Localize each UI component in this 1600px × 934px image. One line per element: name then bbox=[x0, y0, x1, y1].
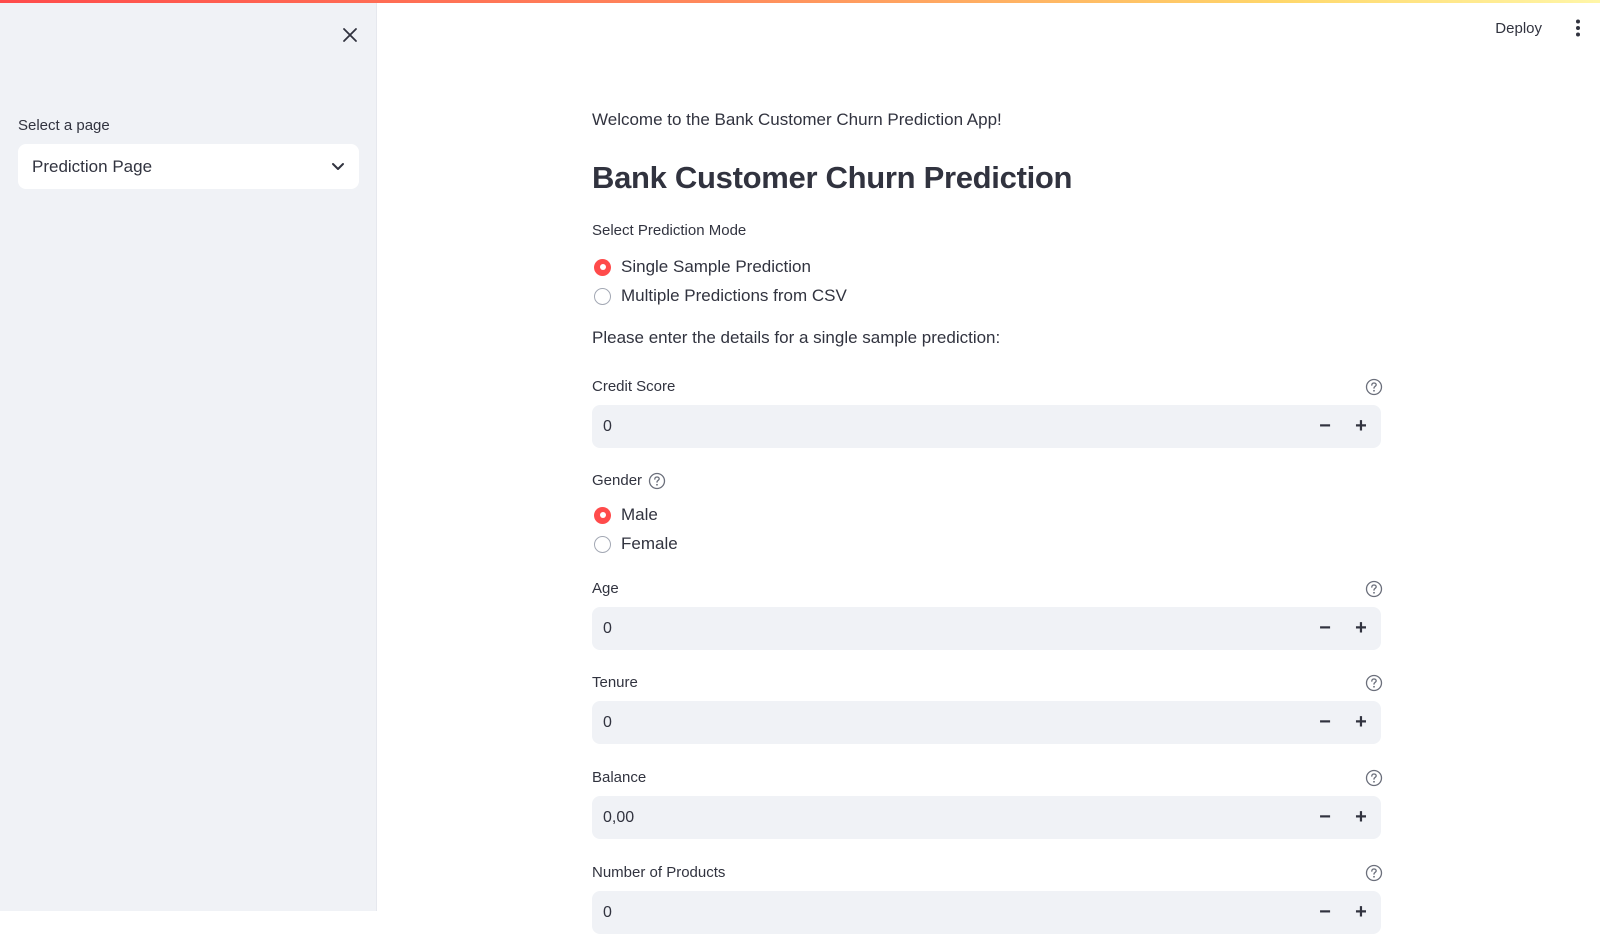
increment-button[interactable]: + bbox=[1343, 891, 1379, 934]
number-of-products-value[interactable]: 0 bbox=[592, 904, 1307, 922]
tenure-label: Tenure bbox=[592, 674, 638, 691]
prediction-mode-label: Select Prediction Mode bbox=[592, 222, 747, 239]
radio-label: Multiple Predictions from CSV bbox=[621, 286, 847, 305]
decrement-button[interactable]: − bbox=[1307, 607, 1343, 650]
help-icon[interactable] bbox=[1365, 674, 1383, 692]
increment-button[interactable]: + bbox=[1343, 701, 1379, 744]
help-icon[interactable] bbox=[1365, 580, 1383, 598]
radio-button-selected bbox=[594, 506, 611, 524]
chevron-down-icon bbox=[332, 162, 344, 170]
close-icon bbox=[343, 28, 357, 42]
tenure-input[interactable]: 0 − + bbox=[592, 701, 1381, 744]
page-select-label: Select a page bbox=[18, 117, 110, 134]
radio-label: Single Sample Prediction bbox=[621, 257, 811, 276]
help-icon[interactable] bbox=[1365, 769, 1383, 787]
age-label: Age bbox=[592, 580, 619, 597]
header-actions: Deploy bbox=[1495, 12, 1600, 44]
close-sidebar-button[interactable] bbox=[338, 23, 362, 47]
radio-gender-female[interactable]: Female bbox=[594, 534, 678, 554]
age-input[interactable]: 0 − + bbox=[592, 607, 1381, 650]
increment-button[interactable]: + bbox=[1343, 796, 1379, 839]
deploy-button[interactable]: Deploy bbox=[1495, 20, 1542, 37]
balance-value[interactable]: 0,00 bbox=[592, 809, 1307, 827]
help-icon[interactable] bbox=[648, 472, 666, 490]
instruction-text: Please enter the details for a single sa… bbox=[592, 328, 1001, 347]
number-of-products-label: Number of Products bbox=[592, 864, 726, 881]
page-title: Bank Customer Churn Prediction bbox=[592, 160, 1073, 195]
increment-button[interactable]: + bbox=[1343, 405, 1379, 448]
help-icon[interactable] bbox=[1365, 864, 1383, 882]
radio-button bbox=[594, 535, 611, 553]
increment-button[interactable]: + bbox=[1343, 607, 1379, 650]
radio-button-selected bbox=[594, 258, 611, 276]
balance-label: Balance bbox=[592, 769, 647, 786]
decrement-button[interactable]: − bbox=[1307, 796, 1343, 839]
gender-label: Gender bbox=[592, 472, 643, 489]
radio-single-sample[interactable]: Single Sample Prediction bbox=[594, 257, 811, 277]
page-select-value: Prediction Page bbox=[32, 156, 153, 176]
welcome-text: Welcome to the Bank Customer Churn Predi… bbox=[592, 110, 1002, 129]
balance-input[interactable]: 0,00 − + bbox=[592, 796, 1381, 839]
decrement-button[interactable]: − bbox=[1307, 891, 1343, 934]
more-vertical-icon bbox=[1576, 19, 1580, 37]
main-content: Welcome to the Bank Customer Churn Predi… bbox=[592, 0, 1383, 934]
help-icon[interactable] bbox=[1365, 378, 1383, 396]
number-of-products-input[interactable]: 0 − + bbox=[592, 891, 1381, 934]
credit-score-label: Credit Score bbox=[592, 378, 676, 395]
radio-multiple-csv[interactable]: Multiple Predictions from CSV bbox=[594, 286, 847, 306]
tenure-value[interactable]: 0 bbox=[592, 714, 1307, 732]
main-menu-button[interactable] bbox=[1568, 14, 1588, 42]
page-select[interactable]: Prediction Page bbox=[18, 144, 359, 189]
decrement-button[interactable]: − bbox=[1307, 701, 1343, 744]
age-value[interactable]: 0 bbox=[592, 620, 1307, 638]
radio-gender-male[interactable]: Male bbox=[594, 505, 658, 525]
decrement-button[interactable]: − bbox=[1307, 405, 1343, 448]
radio-label: Male bbox=[621, 505, 658, 524]
radio-label: Female bbox=[621, 534, 678, 553]
credit-score-input[interactable]: 0 − + bbox=[592, 405, 1381, 448]
radio-button bbox=[594, 287, 611, 305]
credit-score-value[interactable]: 0 bbox=[592, 418, 1307, 436]
sidebar: Select a page Prediction Page bbox=[0, 3, 377, 911]
